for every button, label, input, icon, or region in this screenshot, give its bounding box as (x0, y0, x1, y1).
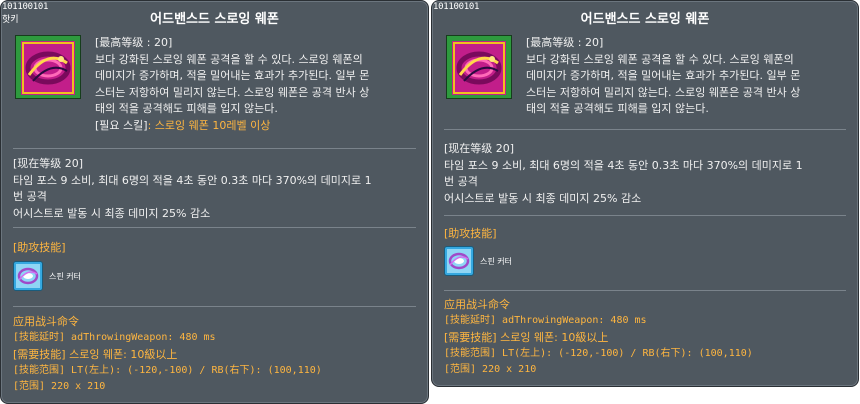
current-level-line: 타임 포스 9 소비, 최대 6명의 적을 4초 동안 0.3초 마다 370%… (13, 173, 372, 187)
current-level-line: 어시스트로 발동 시 최종 데미지 25% 감소 (13, 206, 211, 220)
combat-line: [技能延时] adThrowingWeapon: 480 ms (444, 315, 647, 327)
divider (13, 306, 416, 307)
required-skill-value: : 스로잉 웨폰 10레벨 이상 (147, 118, 271, 132)
combat-line: 应用战斗命令 (13, 315, 79, 328)
combat-line: [技能范围] LT(左上): (-120,-100) / RB(右下): (10… (13, 364, 322, 376)
desc-line: 데미지가 증가하며, 적을 밀어내는 효과가 추가된다. 일부 몬 (526, 69, 801, 82)
combat-line: [技能延时] adThrowingWeapon: 480 ms (13, 332, 216, 344)
desc-line: 태의 적을 공격해도 피해를 입지 않는다. (95, 102, 278, 115)
current-level-line: 번 공격 (13, 190, 47, 203)
current-level-info: [现在等级 20] 타임 포스 9 소비, 최대 6명의 적을 4초 동안 0.… (13, 156, 423, 222)
divider (13, 227, 416, 228)
assist-skill-name: 스핀 커터 (49, 272, 81, 281)
assist-skill-title: [助攻技能] (444, 227, 497, 240)
current-level-line: 번 공격 (444, 175, 478, 188)
current-level-line: [现在等级 20] (13, 157, 84, 170)
combat-command-info: 应用战斗命令 [技能延时] adThrowingWeapon: 480 ms [… (13, 314, 423, 395)
current-level-info: [现在等级 20] 타임 포스 9 소비, 최대 6명의 적을 4초 동안 0.… (444, 141, 854, 207)
required-skill-label: [필요 스킬] (95, 118, 148, 132)
throwing-weapon-skill-icon (15, 35, 81, 99)
throwing-weapon-skill-icon (446, 35, 512, 99)
required-skill-line: [필요 스킬]: 스로잉 웨폰 10레벨 이상 (95, 118, 420, 135)
skill-title: 어드밴스드 스로잉 웨폰 (150, 12, 279, 27)
desc-line: 보다 강화된 스로잉 웨폰 공격을 할 수 있다. 스로잉 웨폰의 (95, 52, 363, 66)
current-level-line: 타임 포스 9 소비, 최대 6명의 적을 4초 동안 0.3초 마다 370%… (444, 158, 803, 172)
current-level-line: 어시스트로 발동 시 최종 데미지 25% 감소 (444, 191, 642, 205)
desc-line: 보다 강화된 스로잉 웨폰 공격을 할 수 있다. 스로잉 웨폰의 (526, 52, 794, 66)
combat-line: 应用战斗命令 (444, 298, 510, 311)
desc-line: [最高等级 : 20] (526, 36, 604, 49)
divider (444, 215, 846, 216)
current-level-line: [现在等级 20] (444, 142, 515, 155)
desc-line: 스터는 저항하여 밀리지 않는다. 스로잉 웨폰은 공격 반사 상 (95, 85, 370, 99)
combat-line: [范围] 220 x 210 (13, 381, 106, 393)
divider (13, 148, 416, 149)
skill-title: 어드밴스드 스로잉 웨폰 (580, 12, 710, 27)
skill-tooltip-with-requirement: 101100101 핫키 어드밴스드 스로잉 웨폰 [最高等级 : 20] 보다… (0, 0, 429, 404)
desc-line: 데미지가 증가하며, 적을 밀어내는 효과가 추가된다. 일부 몬 (95, 69, 370, 82)
skill-description: [最高等级 : 20] 보다 강화된 스로잉 웨폰 공격을 할 수 있다. 스로… (95, 35, 420, 134)
desc-line: 스터는 저항하여 밀리지 않는다. 스로잉 웨폰은 공격 반사 상 (526, 85, 801, 99)
combat-line: [范围] 220 x 210 (444, 364, 537, 376)
skill-tooltip: 101100101 어드밴스드 스로잉 웨폰 [最高等级 : 20] 보다 강화… (431, 0, 859, 387)
skill-description: [最高等级 : 20] 보다 강화된 스로잉 웨폰 공격을 할 수 있다. 스로… (526, 35, 851, 118)
assist-skill-title: [助攻技能] (13, 241, 66, 254)
combat-command-info: 应用战斗命令 [技能延时] adThrowingWeapon: 480 ms [… (444, 297, 854, 378)
combat-line: [需要技能] 스로잉 웨폰: 10級以上 (444, 330, 609, 344)
divider (444, 290, 846, 291)
assist-skill-name: 스핀 커터 (480, 257, 512, 266)
combat-line: [技能范围] LT(左上): (-120,-100) / RB(右下): (10… (444, 347, 753, 359)
spin-cutter-skill-icon (13, 261, 43, 291)
spin-cutter-skill-icon (444, 246, 474, 276)
desc-line: [最高等级 : 20] (95, 36, 173, 49)
combat-line: [需要技能] 스로잉 웨폰: 10級以上 (13, 347, 178, 361)
desc-line: 태의 적을 공격해도 피해를 입지 않는다. (526, 102, 709, 115)
divider (444, 129, 846, 130)
